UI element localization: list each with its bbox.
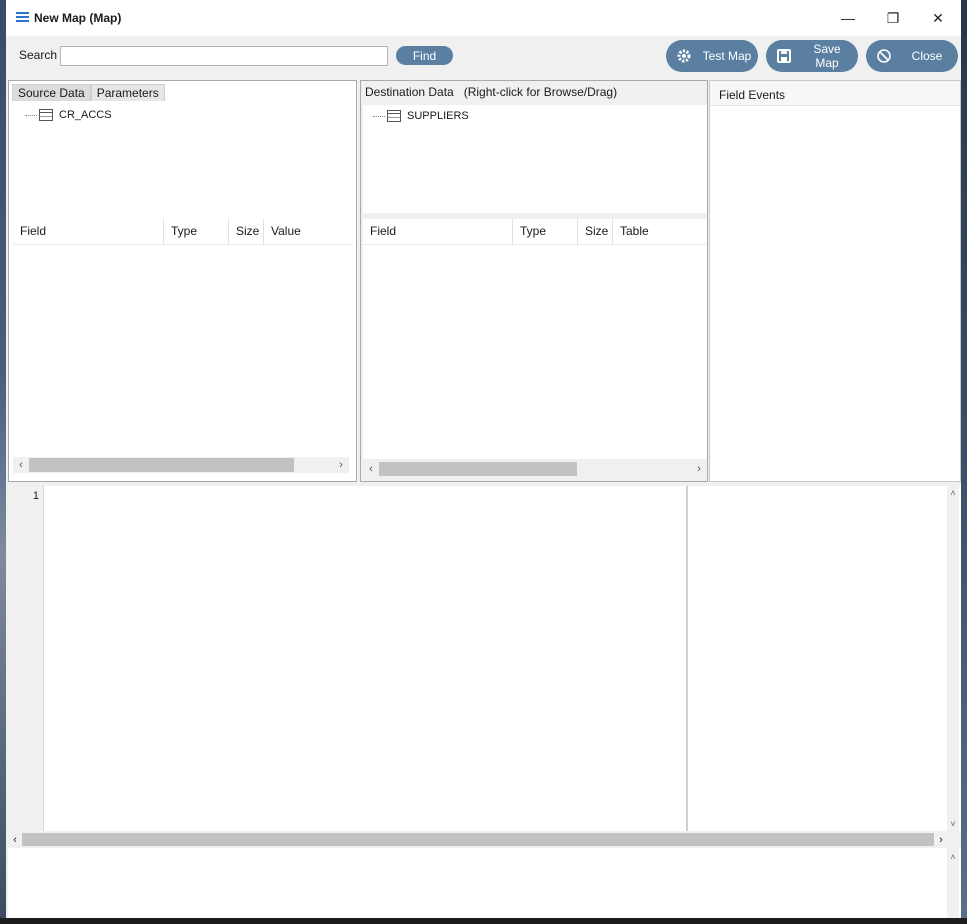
floppy-disk-icon [766, 49, 802, 63]
close-window-button[interactable]: ✕ [915, 0, 961, 36]
scroll-right-icon[interactable]: › [691, 463, 707, 475]
column-header-value[interactable]: Value [264, 219, 353, 245]
column-header-size[interactable]: Size [229, 219, 264, 245]
source-field-header: Field Type Size Value [13, 219, 353, 245]
scroll-up-icon[interactable]: ˄ [947, 486, 959, 498]
scroll-thumb[interactable] [379, 462, 577, 476]
search-label: Search [19, 48, 58, 62]
scroll-left-icon[interactable]: ‹ [8, 834, 22, 846]
line-number: 1 [32, 490, 39, 502]
destination-tree: SUPPLIERS [363, 105, 707, 213]
scroll-right-icon[interactable]: › [333, 459, 349, 471]
destination-header: Destination Data (Right-click for Browse… [365, 85, 618, 99]
source-horizontal-scrollbar[interactable]: ‹ › [13, 457, 349, 473]
source-panel: Source Data Parameters CR_ACCS Field Typ… [8, 80, 357, 482]
tab-source-data[interactable]: Source Data [12, 84, 91, 101]
save-map-button[interactable]: Save Map [766, 40, 858, 72]
destination-field-header: Field Type Size Table [363, 219, 707, 245]
close-map-label: Close [911, 49, 943, 63]
taskbar-edge [0, 918, 967, 924]
test-map-label: Test Map [702, 49, 752, 63]
desktop-edge-right [961, 0, 967, 924]
editor-horizontal-scrollbar[interactable]: ‹ › [8, 832, 948, 847]
test-map-button[interactable]: Test Map [666, 40, 758, 72]
output-area: ˄ [8, 848, 961, 924]
gear-icon [666, 48, 702, 64]
source-tabs: Source Data Parameters [12, 84, 165, 101]
search-input[interactable] [60, 46, 388, 66]
window-title: New Map (Map) [34, 11, 122, 25]
destination-tree-item[interactable]: SUPPLIERS [373, 110, 469, 122]
column-header-field[interactable]: Field [363, 219, 513, 245]
menu-icon [16, 12, 29, 23]
restore-button[interactable]: ❐ [870, 0, 916, 36]
source-tree-label: CR_ACCS [59, 109, 112, 121]
script-editor: 1 ˄ ˅ [8, 486, 961, 831]
close-map-button[interactable]: Close [866, 40, 958, 72]
line-number-gutter: 1 [8, 486, 44, 831]
table-icon [39, 109, 53, 121]
column-header-table[interactable]: Table [613, 219, 707, 245]
scroll-left-icon[interactable]: ‹ [363, 463, 379, 475]
destination-panel: Destination Data (Right-click for Browse… [360, 80, 708, 482]
save-map-label: Save Map [813, 42, 841, 70]
scroll-up-icon[interactable]: ˄ [947, 848, 959, 862]
column-header-type[interactable]: Type [513, 219, 578, 245]
find-button[interactable]: Find [396, 46, 453, 65]
scroll-right-icon[interactable]: › [934, 834, 948, 846]
output-vertical-scrollbar[interactable]: ˄ [947, 848, 959, 918]
tab-parameters[interactable]: Parameters [90, 84, 165, 101]
scroll-thumb[interactable] [29, 458, 294, 472]
scroll-left-icon[interactable]: ‹ [13, 459, 29, 471]
minimize-button[interactable]: — [825, 0, 871, 36]
toolbar: Search Find Test Map Save Map Close [6, 36, 961, 80]
column-header-field[interactable]: Field [13, 219, 164, 245]
field-events-header: Field Events [710, 81, 960, 106]
map-window: New Map (Map) — ❐ ✕ Search Find Test Map… [6, 0, 961, 924]
destination-tree-label: SUPPLIERS [407, 110, 469, 122]
destination-horizontal-scrollbar[interactable]: ‹ › [363, 461, 707, 477]
destination-field-list [363, 219, 707, 459]
editor-vertical-scrollbar[interactable]: ˄ ˅ [947, 486, 959, 831]
column-header-size[interactable]: Size [578, 219, 613, 245]
scroll-down-icon[interactable]: ˅ [947, 819, 959, 829]
code-text-area[interactable] [45, 486, 688, 831]
title-bar: New Map (Map) — ❐ ✕ [6, 0, 961, 36]
column-header-type[interactable]: Type [164, 219, 229, 245]
source-tree-item[interactable]: CR_ACCS [25, 109, 112, 121]
table-icon [387, 110, 401, 122]
no-entry-icon [866, 48, 902, 64]
field-events-panel: Field Events [709, 80, 961, 482]
scroll-thumb[interactable] [22, 833, 934, 846]
